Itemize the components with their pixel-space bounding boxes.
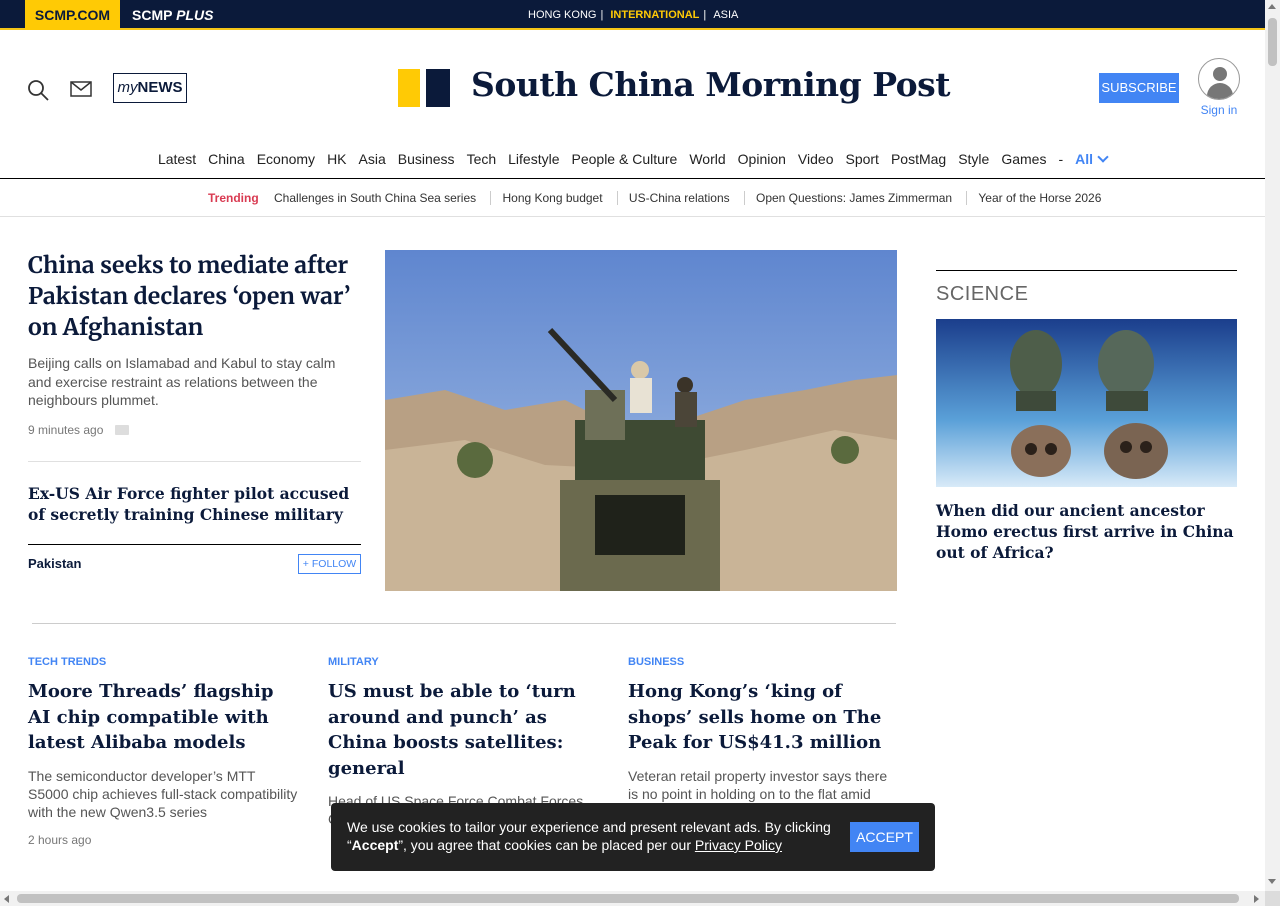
avatar-head (1213, 67, 1227, 81)
card-category[interactable]: TECH TRENDS (28, 656, 298, 668)
cookie-banner: We use cookies to tailor your experience… (331, 803, 935, 871)
edition-separator: | (600, 9, 604, 21)
divider (28, 544, 361, 545)
nav-separator: - (1058, 151, 1064, 167)
page: SCMP.COM SCMP PLUS HONG KONG | INTERNATIO… (0, 0, 1280, 906)
nav-item-sport[interactable]: Sport (839, 148, 884, 170)
horizontal-scrollbar[interactable] (0, 891, 1265, 906)
avatar-icon[interactable] (1198, 58, 1240, 100)
scmp-plus-suffix: PLUS (176, 7, 214, 23)
mynews-prefix: my (117, 79, 138, 96)
lead-photo[interactable] (385, 250, 897, 591)
sidebar-rule (936, 270, 1237, 271)
vertical-scrollbar[interactable] (1265, 0, 1280, 891)
scrollbar-thumb[interactable] (1268, 18, 1277, 66)
sidebar-headline[interactable]: When did our ancient ancestor Homo erect… (936, 500, 1237, 563)
top-bar: SCMP.COM SCMP PLUS HONG KONG | INTERNATIO… (0, 0, 1265, 30)
scroll-right-icon[interactable] (1254, 895, 1259, 903)
follow-label: FOLLOW (311, 558, 357, 570)
nav-item-games[interactable]: Games (995, 148, 1052, 170)
cookie-text-after: ”, you agree that cookies can be placed … (398, 837, 695, 853)
nav-item-world[interactable]: World (683, 148, 731, 170)
card-headline[interactable]: Moore Threads’ flagship AI chip compatib… (28, 679, 298, 756)
scrollbar-thumb[interactable] (17, 894, 1239, 903)
nav-item-all-label: All (1075, 151, 1094, 167)
nav-item-lifestyle[interactable]: Lifestyle (502, 148, 565, 170)
logo-name: South China Morning Post (471, 65, 951, 104)
privacy-policy-link[interactable]: Privacy Policy (695, 837, 782, 853)
mynews-suffix: NEWS (137, 79, 183, 96)
nav-item-china[interactable]: China (202, 148, 251, 170)
scrollbar-corner (1265, 891, 1280, 906)
mail-icon[interactable] (70, 81, 92, 97)
card-category[interactable]: MILITARY (328, 656, 598, 668)
card-category[interactable]: BUSINESS (628, 656, 898, 668)
related-headline[interactable]: Ex-US Air Force fighter pilot accused of… (28, 483, 358, 525)
nav-item-video[interactable]: Video (792, 148, 840, 170)
sign-in-link[interactable]: Sign in (1198, 103, 1240, 117)
edition-asia[interactable]: ASIA (713, 9, 738, 21)
card-summary: Veteran retail property investor says th… (628, 767, 888, 802)
card-timestamp: 2 hours ago (28, 832, 92, 847)
divider (28, 461, 361, 462)
logo-mark-yellow (398, 69, 420, 107)
nav-item-asia[interactable]: Asia (353, 148, 392, 170)
scroll-left-icon[interactable] (4, 895, 9, 903)
nav-item-people-culture[interactable]: People & Culture (566, 148, 684, 170)
lead-headline[interactable]: China seeks to mediate after Pakistan de… (28, 250, 358, 343)
nav-item-hk[interactable]: HK (321, 148, 352, 170)
sidebar-photo[interactable] (936, 319, 1237, 487)
scroll-up-icon[interactable] (1268, 4, 1276, 9)
cookie-accept-word: Accept (351, 837, 399, 853)
nav-item-style[interactable]: Style (952, 148, 995, 170)
nav-item-tech[interactable]: Tech (461, 148, 503, 170)
lead-summary: Beijing calls on Islamabad and Kabul to … (28, 355, 336, 408)
edition-international[interactable]: INTERNATIONAL (610, 9, 699, 21)
logo-mark-navy (426, 69, 450, 107)
card-headline[interactable]: US must be able to ‘turn around and punc… (328, 679, 598, 781)
search-icon[interactable] (27, 79, 49, 101)
edition-switcher: HONG KONG | INTERNATIONAL | ASIA (526, 0, 740, 30)
card-summary: The semiconductor developer’s MTT S5000 … (28, 767, 298, 820)
mynews-button[interactable]: myNEWS (113, 73, 187, 103)
trending-item[interactable]: Challenges in South China Sea series (274, 191, 487, 205)
account-menu[interactable]: Sign in (1198, 58, 1240, 117)
cookie-text: We use cookies to tailor your experience… (347, 818, 837, 854)
trending-item[interactable]: Open Questions: James Zimmerman (743, 191, 964, 205)
edition-hong-kong[interactable]: HONG KONG (528, 9, 596, 21)
video-icon (115, 425, 129, 435)
nav-item-economy[interactable]: Economy (251, 148, 321, 170)
grid-divider (32, 623, 896, 624)
lead-timestamp: 9 minutes ago (28, 423, 104, 437)
trending-bar: Trending Challenges in South China Sea s… (0, 179, 1265, 217)
lead-photo-illustration (385, 250, 897, 591)
main-nav: Latest China Economy HK Asia Business Te… (0, 148, 1265, 179)
trending-item[interactable]: Hong Kong budget (490, 191, 614, 205)
topic-label[interactable]: Pakistan (28, 556, 81, 571)
nav-item-postmag[interactable]: PostMag (885, 148, 952, 170)
scmp-home-link[interactable]: SCMP.COM (25, 0, 120, 30)
accept-cookies-button[interactable]: ACCEPT (850, 822, 919, 852)
edition-separator: | (703, 9, 707, 21)
scroll-down-icon[interactable] (1268, 879, 1276, 884)
trending-label: Trending (208, 191, 259, 205)
avatar-body (1207, 83, 1233, 99)
card-headline[interactable]: Hong Kong’s ‘king of shops’ sells home o… (628, 679, 898, 756)
nav-item-latest[interactable]: Latest (152, 148, 202, 170)
follow-button[interactable]: + FOLLOW (298, 554, 361, 574)
nav-item-all[interactable]: All (1069, 148, 1113, 170)
story-card[interactable]: BUSINESS Hong Kong’s ‘king of shops’ sel… (628, 656, 898, 803)
nav-item-business[interactable]: Business (392, 148, 461, 170)
story-card[interactable]: TECH TRENDS Moore Threads’ flagship AI c… (28, 656, 298, 847)
subscribe-button[interactable]: SUBSCRIBE (1099, 73, 1179, 103)
scmp-plus-prefix: SCMP (132, 7, 177, 23)
nav-item-opinion[interactable]: Opinion (732, 148, 792, 170)
sidebar-photo-illustration (936, 319, 1237, 487)
chevron-down-icon (1097, 151, 1109, 163)
section-label[interactable]: SCIENCE (936, 283, 1028, 306)
scmp-plus-link[interactable]: SCMP PLUS (132, 0, 213, 30)
trending-item[interactable]: US-China relations (616, 191, 741, 205)
trending-item[interactable]: Year of the Horse 2026 (966, 191, 1113, 205)
